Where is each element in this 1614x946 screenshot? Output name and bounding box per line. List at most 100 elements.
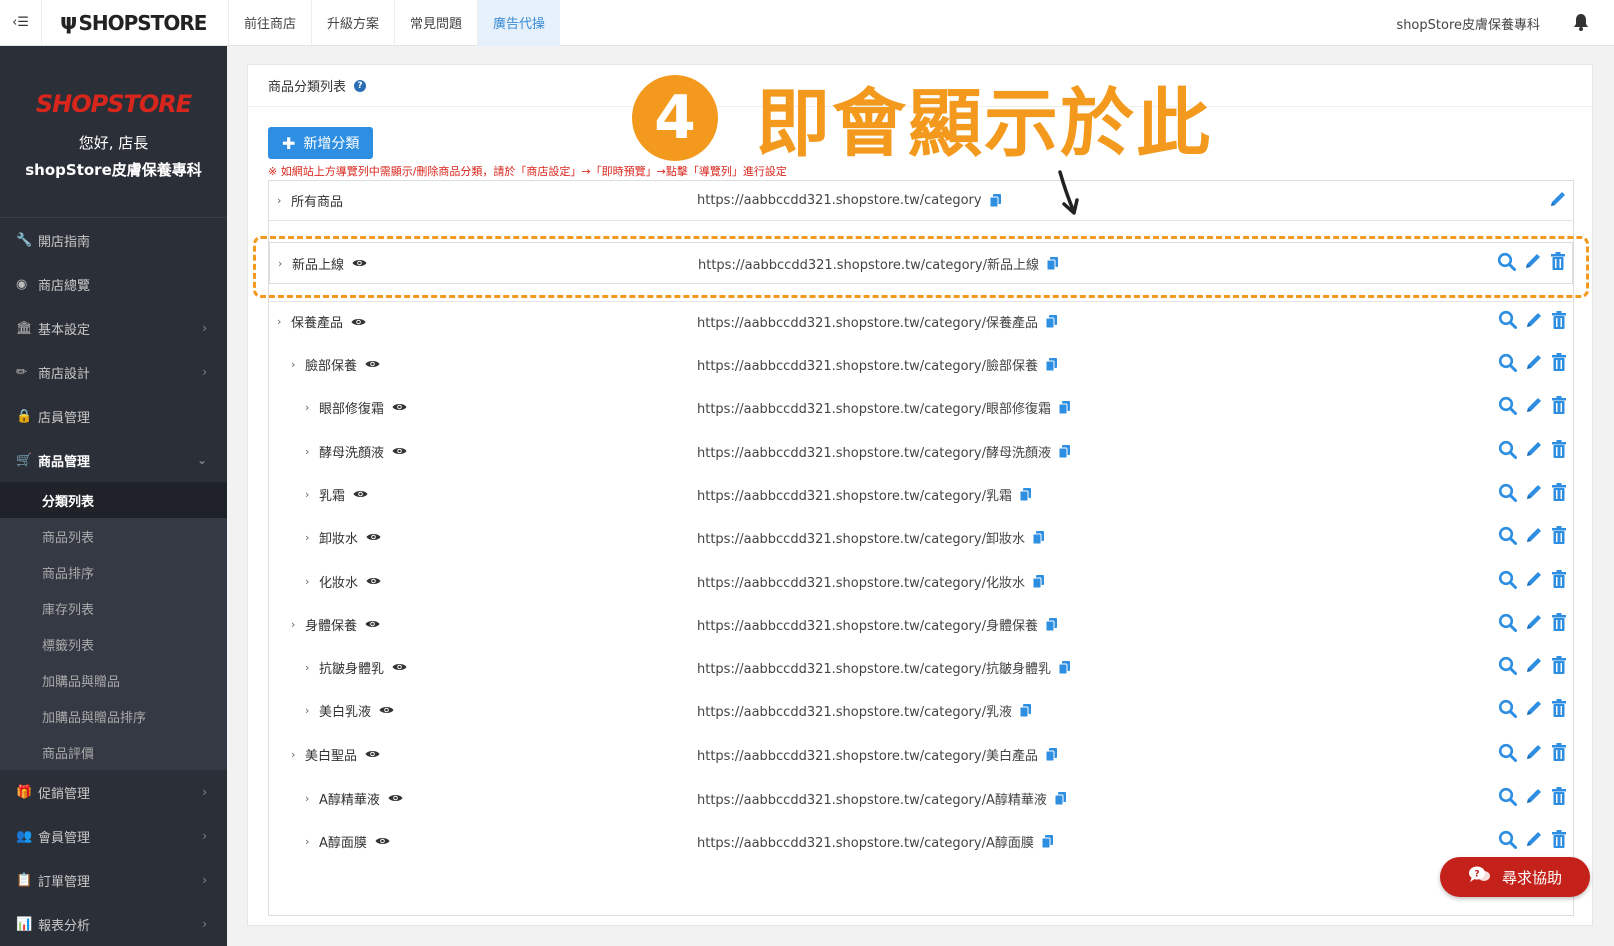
visibility-eye-icon[interactable] — [366, 576, 381, 586]
submenu-addons[interactable]: 加購品與贈品 — [0, 662, 227, 698]
help-icon[interactable]: ? — [354, 79, 367, 92]
edit-pencil-icon[interactable] — [1525, 656, 1543, 678]
expand-chevron-icon[interactable]: › — [291, 358, 305, 371]
visibility-eye-icon[interactable] — [392, 446, 407, 456]
delete-trash-icon[interactable] — [1551, 613, 1567, 635]
category-row[interactable]: › 保養產品 https://aabbccdd321.shopstore.tw/ca… — [269, 301, 1573, 341]
copy-url-icon[interactable] — [989, 194, 1001, 207]
delete-trash-icon[interactable] — [1551, 440, 1567, 462]
expand-chevron-icon[interactable]: › — [305, 835, 319, 848]
expand-chevron-icon[interactable]: › — [277, 315, 291, 328]
edit-pencil-icon[interactable] — [1525, 613, 1543, 635]
topnav-faq-link[interactable]: 常見問題 — [394, 0, 477, 46]
delete-trash-icon[interactable] — [1551, 743, 1567, 765]
topnav-upgrade-link[interactable]: 升級方案 — [311, 0, 394, 46]
copy-url-icon[interactable] — [1041, 834, 1053, 848]
shopstore-logo[interactable]: ψ SHOPSTORE — [42, 0, 228, 46]
copy-url-icon[interactable] — [1032, 530, 1044, 544]
delete-trash-icon[interactable] — [1551, 656, 1567, 678]
category-row[interactable]: › 眼部修復霜 https://aabbccdd321.shopstore.tw/c… — [269, 387, 1573, 427]
category-row[interactable]: › 卸妝水 https://aabbccdd321.shopstore.tw/cat… — [269, 517, 1573, 557]
expand-chevron-icon[interactable]: › — [305, 661, 319, 674]
submenu-addons-sort[interactable]: 加購品與贈品排序 — [0, 698, 227, 734]
submenu-category-list[interactable]: 分類列表 — [0, 482, 227, 518]
copy-url-icon[interactable] — [1045, 357, 1057, 371]
seek-help-button[interactable]: ? 尋求協助 — [1440, 857, 1590, 897]
visibility-eye-icon[interactable] — [365, 619, 380, 629]
search-icon[interactable] — [1498, 830, 1517, 853]
category-row[interactable]: › 酵母洗顏液 https://aabbccdd321.shopstore.tw/c… — [269, 431, 1573, 471]
sidebar-item-orders[interactable]: 📋 訂單管理 › — [0, 858, 227, 902]
copy-url-icon[interactable] — [1058, 660, 1070, 674]
sidebar-item-guide[interactable]: 🔧 開店指南 — [0, 218, 227, 262]
add-category-button[interactable]: ✚ 新增分類 — [268, 127, 374, 159]
search-icon[interactable] — [1498, 787, 1517, 810]
copy-url-icon[interactable] — [1019, 703, 1031, 717]
search-icon[interactable] — [1498, 699, 1517, 722]
category-row[interactable]: › 臉部保養 https://aabbccdd321.shopstore.tw/ca… — [269, 344, 1573, 384]
edit-pencil-icon[interactable] — [1525, 396, 1543, 418]
sidebar-item-promotions[interactable]: 🎁 促銷管理 › — [0, 770, 227, 814]
submenu-reviews[interactable]: 商品評價 — [0, 734, 227, 770]
edit-pencil-icon[interactable] — [1525, 743, 1543, 765]
category-row[interactable]: › 美白乳液 https://aabbccdd321.shopstore.tw/ca… — [269, 690, 1573, 730]
search-icon[interactable] — [1498, 483, 1517, 506]
edit-pencil-icon[interactable] — [1549, 190, 1567, 212]
sidebar-item-overview[interactable]: ◉ 商店總覽 — [0, 262, 227, 306]
sidebar-item-reports[interactable]: 📊 報表分析 › — [0, 902, 227, 946]
edit-pencil-icon[interactable] — [1525, 830, 1543, 852]
visibility-eye-icon[interactable] — [365, 359, 380, 369]
visibility-eye-icon[interactable] — [379, 705, 394, 715]
search-icon[interactable] — [1498, 440, 1517, 463]
delete-trash-icon[interactable] — [1551, 699, 1567, 721]
submenu-tags[interactable]: 標籤列表 — [0, 626, 227, 662]
expand-chevron-icon[interactable]: › — [277, 194, 291, 207]
edit-pencil-icon[interactable] — [1525, 699, 1543, 721]
delete-trash-icon[interactable] — [1551, 483, 1567, 505]
visibility-eye-icon[interactable] — [392, 402, 407, 412]
delete-trash-icon[interactable] — [1551, 396, 1567, 418]
visibility-eye-icon[interactable] — [353, 489, 368, 499]
notification-bell-icon[interactable] — [1572, 12, 1590, 32]
search-icon[interactable] — [1498, 526, 1517, 549]
edit-pencil-icon[interactable] — [1525, 483, 1543, 505]
copy-url-icon[interactable] — [1045, 315, 1057, 328]
visibility-eye-icon[interactable] — [366, 532, 381, 542]
copy-url-icon[interactable] — [1058, 444, 1070, 458]
edit-pencil-icon[interactable] — [1525, 440, 1543, 462]
copy-url-icon[interactable] — [1058, 400, 1070, 414]
expand-chevron-icon[interactable]: › — [305, 704, 319, 717]
expand-chevron-icon[interactable]: › — [305, 488, 319, 501]
expand-chevron-icon[interactable]: › — [291, 618, 305, 631]
copy-url-icon[interactable] — [1019, 487, 1031, 501]
search-icon[interactable] — [1498, 656, 1517, 679]
category-row[interactable]: › A醇精華液 https://aabbccdd321.shopstore.tw/c… — [269, 778, 1573, 818]
visibility-eye-icon[interactable] — [388, 793, 403, 803]
search-icon[interactable] — [1498, 570, 1517, 593]
expand-chevron-icon[interactable]: › — [305, 445, 319, 458]
delete-trash-icon[interactable] — [1551, 310, 1567, 333]
expand-chevron-icon[interactable]: › — [305, 792, 319, 805]
store-name-menu[interactable]: shopStore皮膚保養專科 — [1396, 0, 1540, 46]
submenu-product-list[interactable]: 商品列表 — [0, 518, 227, 554]
copy-url-icon[interactable] — [1045, 747, 1057, 761]
submenu-product-sort[interactable]: 商品排序 — [0, 554, 227, 590]
topnav-store-link[interactable]: 前往商店 — [228, 0, 311, 46]
submenu-inventory[interactable]: 庫存列表 — [0, 590, 227, 626]
expand-chevron-icon[interactable]: › — [305, 531, 319, 544]
visibility-eye-icon[interactable] — [351, 317, 366, 327]
category-row[interactable]: › 所有商品 https://aabbccdd321.shopstore.tw/ca… — [269, 181, 1573, 221]
edit-pencil-icon[interactable] — [1525, 570, 1543, 592]
edit-pencil-icon[interactable] — [1525, 311, 1543, 333]
expand-chevron-icon[interactable]: › — [305, 575, 319, 588]
search-icon[interactable] — [1498, 353, 1517, 376]
sidebar-item-staff[interactable]: 🔒 店員管理 — [0, 394, 227, 438]
sidebar-item-products[interactable]: 🛒 商品管理 ⌄ — [0, 438, 227, 482]
category-row[interactable]: › 身體保養 https://aabbccdd321.shopstore.tw/ca… — [269, 604, 1573, 644]
visibility-eye-icon[interactable] — [392, 662, 407, 672]
copy-url-icon[interactable] — [1045, 617, 1057, 631]
category-row[interactable]: › 抗皺身體乳 https://aabbccdd321.shopstore.tw/c… — [269, 647, 1573, 687]
visibility-eye-icon[interactable] — [365, 749, 380, 759]
delete-trash-icon[interactable] — [1551, 830, 1567, 852]
delete-trash-icon[interactable] — [1551, 787, 1567, 809]
